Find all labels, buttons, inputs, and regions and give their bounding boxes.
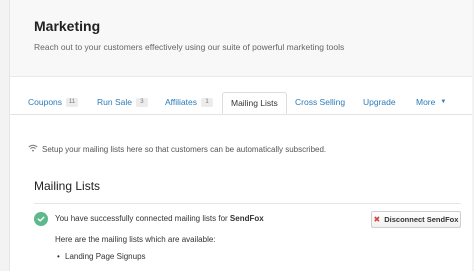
divider [34,203,461,204]
section-title: Mailing Lists [34,179,101,193]
tab-upgrade[interactable]: Upgrade [363,90,396,114]
tab-count-badge: 3 [135,97,148,107]
tab-coupons[interactable]: Coupons 11 [28,90,79,114]
lists-label: Here are the mailing lists which are ava… [55,235,216,244]
disconnect-label: Disconnect SendFox [384,215,459,224]
list-item: Landing Page Signups [57,252,145,261]
tab-more[interactable]: More ▼ [416,90,446,114]
page-subtitle: Reach out to your customers effectively … [34,42,345,52]
tab-count-badge: 11 [66,97,79,107]
main-card: Marketing Reach out to your customers ef… [9,0,472,271]
info-line: Setup your mailing lists here so that cu… [28,144,326,154]
tab-label: Cross Selling [295,97,346,107]
success-message: You have successfully connected mailing … [55,214,264,223]
caret-down-icon: ▼ [440,99,447,105]
page-title: Marketing [34,18,101,34]
tab-cross-selling[interactable]: Cross Selling [295,90,345,114]
tab-bar: Coupons 11 Run Sale 3 Affiliates 1 Maili… [10,76,472,115]
tab-run-sale[interactable]: Run Sale 3 [97,90,148,114]
tab-label: More [416,97,436,107]
tab-label: Run Sale [97,97,132,107]
tab-label: Affiliates [165,97,197,107]
page-header: Marketing Reach out to your customers ef… [10,0,472,77]
tab-affiliates[interactable]: Affiliates 1 [165,90,213,114]
check-circle-icon [34,212,48,226]
tab-count-badge: 1 [200,97,213,107]
tab-label: Mailing Lists [231,98,278,108]
tab-label: Upgrade [363,97,396,107]
disconnect-button[interactable]: ✖ Disconnect SendFox [371,211,461,228]
info-text: Setup your mailing lists here so that cu… [42,144,327,154]
success-text: You have successfully connected mailing … [55,214,230,223]
tab-label: Coupons [28,97,63,107]
wifi-icon [28,144,38,154]
close-icon: ✖ [373,215,381,224]
tab-mailing-lists[interactable]: Mailing Lists [222,92,287,114]
provider-name: SendFox [229,214,264,223]
